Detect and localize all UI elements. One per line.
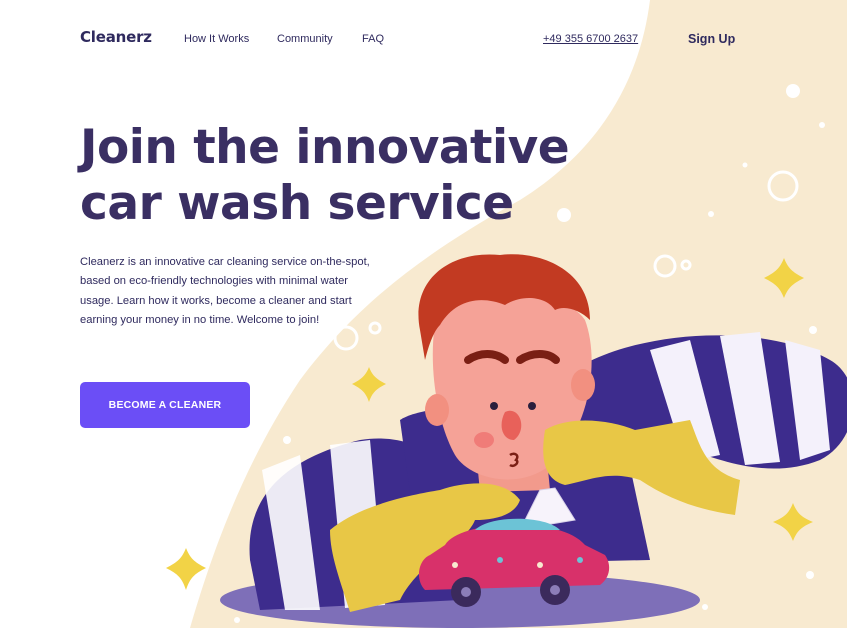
nav-link-how-it-works[interactable]: How It Works [184, 33, 249, 45]
brand-logo[interactable]: Cleanerz [80, 28, 152, 46]
become-a-cleaner-button[interactable]: BECOME A CLEANER [80, 382, 250, 428]
hero-title-line-2: car wash service [80, 176, 514, 231]
eye-left [490, 402, 498, 410]
sign-up-link[interactable]: Sign Up [688, 32, 735, 46]
hero-title: Join the innovative car wash service [80, 120, 640, 232]
ear-left [425, 394, 449, 426]
nav-link-faq[interactable]: FAQ [362, 33, 384, 45]
hero-title-line-1: Join the innovative [80, 120, 570, 175]
landing-page: Cleanerz How It Works Community FAQ +49 … [0, 0, 847, 628]
nav-link-community[interactable]: Community [277, 33, 333, 45]
top-navigation: Cleanerz How It Works Community FAQ +49 … [0, 0, 847, 78]
hero-description: Cleanerz is an innovative car cleaning s… [80, 256, 370, 327]
eye-right [528, 402, 536, 410]
ear-right [571, 369, 595, 401]
phone-link[interactable]: +49 355 6700 2637 [543, 33, 638, 45]
cheek-left [474, 432, 494, 448]
